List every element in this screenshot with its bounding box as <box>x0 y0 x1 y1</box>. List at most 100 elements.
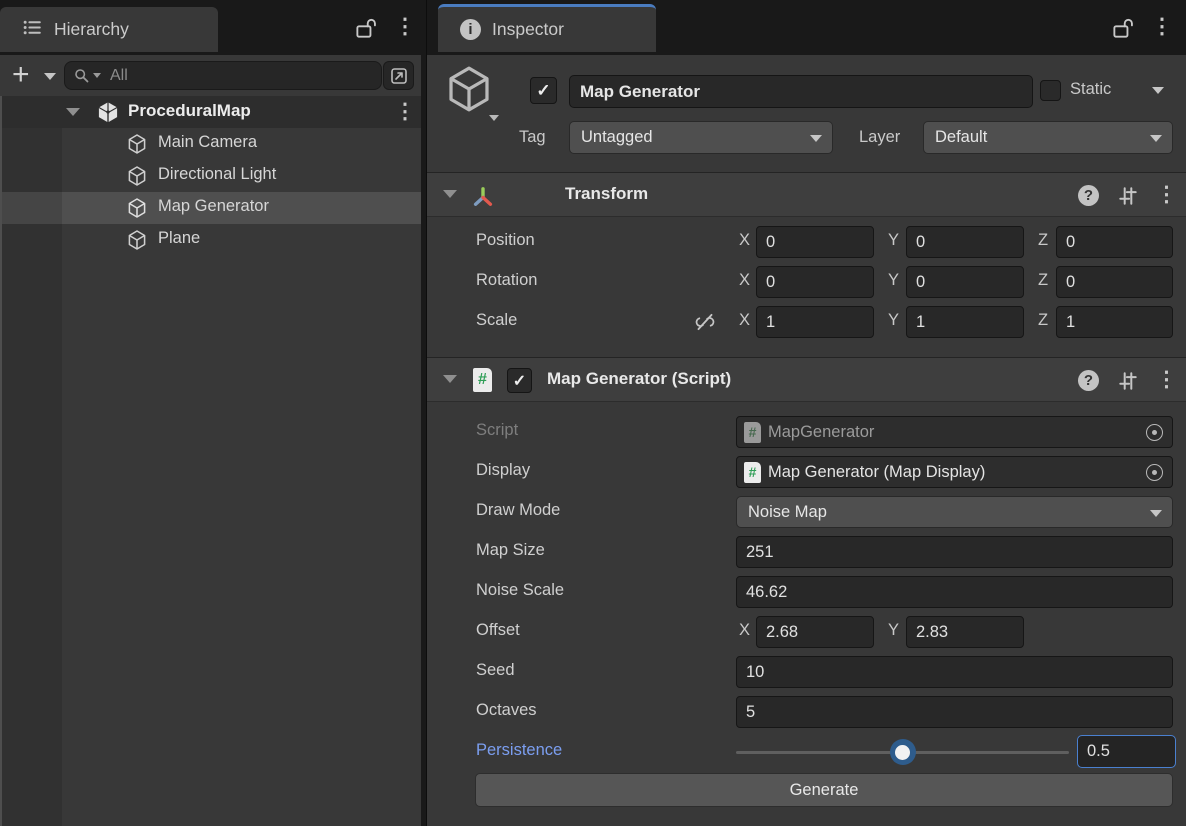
transform-rotation-row: Rotation X Y Z <box>427 262 1186 302</box>
transform-icon <box>471 185 495 214</box>
hierarchy-list-icon <box>22 17 43 43</box>
lock-open-icon[interactable] <box>352 14 378 42</box>
foldout-expanded-icon[interactable] <box>443 190 457 198</box>
popout-icon <box>390 67 407 84</box>
object-picker-icon[interactable] <box>1146 423 1163 441</box>
csharp-script-icon <box>744 421 761 443</box>
noise-scale-input[interactable] <box>736 576 1173 608</box>
script-object-field[interactable]: MapGenerator <box>736 416 1173 448</box>
position-x-input[interactable] <box>756 226 874 258</box>
persistence-slider-thumb[interactable] <box>889 739 916 765</box>
check-icon: ✓ <box>536 80 551 100</box>
info-icon <box>460 19 481 40</box>
presets-icon[interactable] <box>1117 185 1139 212</box>
transform-position-row: Position X Y Z <box>427 222 1186 262</box>
presets-icon[interactable] <box>1117 370 1139 397</box>
hierarchy-item-directional-light[interactable]: Directional Light <box>2 160 421 192</box>
draw-mode-row: Draw Mode Noise Map <box>427 492 1186 532</box>
offset-y-input[interactable] <box>906 616 1024 648</box>
scene-row-proceduralmap[interactable]: ProceduralMap ⋮ <box>0 96 421 128</box>
tag-label: Tag <box>519 128 546 146</box>
script-field-row: Script MapGenerator <box>427 412 1186 452</box>
octaves-row: Octaves <box>427 692 1186 732</box>
tag-dropdown[interactable]: Untagged <box>569 121 833 154</box>
scale-y-input[interactable] <box>906 306 1024 338</box>
script-kebab-icon[interactable]: ⋮ <box>1156 367 1177 393</box>
layer-dropdown[interactable]: Default <box>923 121 1173 154</box>
object-picker-icon[interactable] <box>1146 463 1163 481</box>
gameobject-cube-icon <box>126 197 148 224</box>
chevron-down-icon <box>1150 510 1162 517</box>
csharp-script-icon <box>744 461 761 483</box>
gameobject-active-checkbox[interactable]: ✓ <box>530 77 557 104</box>
hierarchy-item-main-camera[interactable]: Main Camera <box>2 128 421 160</box>
draw-mode-dropdown[interactable]: Noise Map <box>736 496 1173 528</box>
hierarchy-tabbar: Hierarchy ⋮ <box>0 0 421 55</box>
rotation-y-input[interactable] <box>906 266 1024 298</box>
map-generator-script-title: Map Generator (Script) <box>547 369 732 388</box>
transform-title: Transform <box>565 184 649 203</box>
generate-button[interactable]: Generate <box>475 773 1173 807</box>
generate-row: Generate <box>427 770 1186 810</box>
scale-z-input[interactable] <box>1056 306 1173 338</box>
check-icon: ✓ <box>512 372 527 390</box>
offset-x-input[interactable] <box>756 616 874 648</box>
hierarchy-item-map-generator[interactable]: Map Generator <box>2 192 421 224</box>
scene-kebab-icon[interactable]: ⋮ <box>392 98 418 126</box>
link-broken-icon[interactable] <box>693 310 717 339</box>
tab-inspector-label: Inspector <box>492 19 564 39</box>
tab-hierarchy[interactable]: Hierarchy <box>0 7 218 52</box>
help-icon[interactable] <box>1078 185 1099 206</box>
tab-inspector[interactable]: Inspector <box>438 4 656 52</box>
plus-icon: + <box>12 58 30 91</box>
unity-editor-window: Hierarchy ⋮ + All ProceduralMap ⋮ Main C… <box>0 0 1186 826</box>
static-label: Static <box>1070 80 1112 98</box>
open-search-window-button[interactable] <box>383 61 414 90</box>
map-size-input[interactable] <box>736 536 1173 568</box>
chevron-down-icon <box>810 135 822 142</box>
gameobject-name-input[interactable] <box>569 75 1033 108</box>
position-z-input[interactable] <box>1056 226 1173 258</box>
inspector-panel: Inspector ⋮ ✓ Static <box>426 0 1186 826</box>
gameobject-cube-icon <box>126 133 148 160</box>
create-object-button[interactable]: + <box>8 60 60 90</box>
rotation-z-input[interactable] <box>1056 266 1173 298</box>
chevron-down-icon <box>44 73 56 80</box>
octaves-input[interactable] <box>736 696 1173 728</box>
scene-name: ProceduralMap <box>128 101 251 120</box>
component-enabled-checkbox[interactable]: ✓ <box>507 368 532 393</box>
hierarchy-panel: Hierarchy ⋮ + All ProceduralMap ⋮ Main C… <box>0 0 421 826</box>
foldout-expanded-icon[interactable] <box>443 375 457 383</box>
static-checkbox[interactable] <box>1040 80 1061 101</box>
chevron-down-icon <box>1150 135 1162 142</box>
gameobject-header: ✓ Static Tag Untagged Layer Default <box>427 55 1186 170</box>
display-field-row: Display Map Generator (Map Display) <box>427 452 1186 492</box>
persistence-row: Persistence <box>427 732 1186 772</box>
gameobject-thumbnail-icon[interactable] <box>443 63 499 121</box>
inspector-menu-kebab-icon[interactable]: ⋮ <box>1149 13 1175 41</box>
persistence-input[interactable] <box>1077 735 1176 768</box>
transform-kebab-icon[interactable]: ⋮ <box>1156 182 1177 208</box>
hierarchy-toolbar: + <box>0 55 421 96</box>
search-input[interactable] <box>108 65 381 86</box>
hierarchy-menu-kebab-icon[interactable]: ⋮ <box>392 13 418 41</box>
transform-header[interactable]: Transform ⋮ <box>427 172 1186 217</box>
rotation-x-input[interactable] <box>756 266 874 298</box>
hierarchy-search-box[interactable] <box>64 61 382 90</box>
foldout-expanded-icon[interactable] <box>66 108 80 116</box>
inspector-content: ✓ Static Tag Untagged Layer Default <box>427 55 1186 826</box>
position-y-input[interactable] <box>906 226 1024 258</box>
scale-x-input[interactable] <box>756 306 874 338</box>
lock-open-icon[interactable] <box>1109 14 1135 42</box>
hierarchy-item-plane[interactable]: Plane <box>2 224 421 256</box>
map-generator-script-header[interactable]: ✓ Map Generator (Script) ⋮ <box>427 357 1186 402</box>
gameobject-cube-icon <box>126 229 148 256</box>
unity-logo-icon <box>96 100 120 129</box>
help-icon[interactable] <box>1078 370 1099 391</box>
static-flags-caret-icon[interactable] <box>1152 87 1164 94</box>
thumbnail-caret-icon <box>489 115 499 121</box>
search-icon <box>73 67 91 85</box>
search-filter-caret-icon <box>93 73 101 78</box>
seed-input[interactable] <box>736 656 1173 688</box>
display-object-field[interactable]: Map Generator (Map Display) <box>736 456 1173 488</box>
